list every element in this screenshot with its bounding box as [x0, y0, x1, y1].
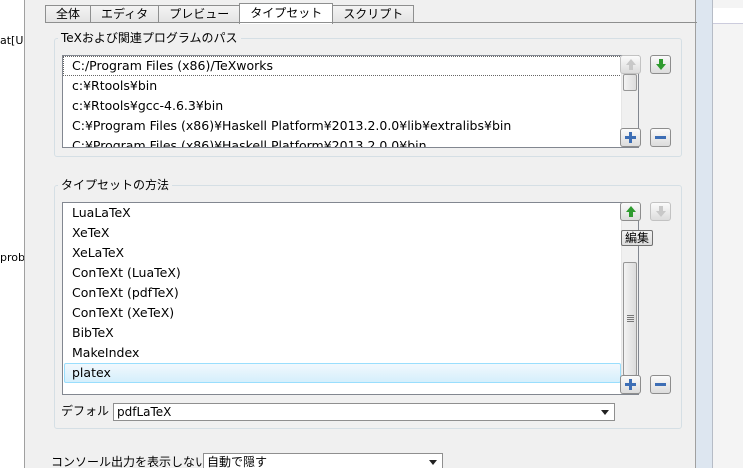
plus-icon — [625, 379, 636, 390]
list-item[interactable]: XeLaTeX — [63, 243, 638, 263]
add-tool-button[interactable] — [620, 375, 641, 394]
remove-path-button[interactable] — [650, 128, 671, 147]
move-tool-up-button[interactable] — [620, 202, 641, 221]
console-output-value: 自動で隠す — [207, 455, 268, 468]
minus-icon — [655, 383, 666, 386]
grip-icon — [627, 315, 634, 322]
tab-scripts[interactable]: スクリプト — [333, 5, 415, 23]
list-item[interactable]: ConTeXt (LuaTeX) — [63, 263, 638, 283]
list-item[interactable]: LuaLaTeX — [63, 203, 638, 223]
move-tool-down-button[interactable] — [650, 202, 671, 221]
tab-preview[interactable]: プレビュー — [158, 5, 240, 23]
add-path-button[interactable] — [620, 128, 641, 147]
list-item[interactable]: c:¥Rtools¥gcc-4.6.3¥bin — [63, 96, 638, 116]
list-item[interactable]: c:¥Rtools¥bin — [63, 76, 638, 96]
list-item[interactable]: C:/Program Files (x86)/TeXworks — [63, 56, 638, 76]
arrow-down-icon — [656, 211, 666, 217]
default-tool-select[interactable]: pdfLaTeX — [113, 403, 615, 421]
list-item[interactable]: ConTeXt (pdfTeX) — [63, 283, 638, 303]
tab-panel-border — [45, 22, 697, 23]
chevron-down-icon — [429, 460, 437, 465]
tab-editor[interactable]: エディタ — [90, 5, 159, 23]
list-item-selected[interactable]: platex — [64, 363, 621, 383]
background-text: proba — [0, 251, 24, 264]
plus-icon — [625, 132, 636, 143]
arrow-down-icon — [656, 64, 666, 70]
tab-general[interactable]: 全体 — [45, 5, 91, 23]
preferences-dialog: 全体 エディタ プレビュー タイプセット スクリプト TeXおよび関連プログラム… — [24, 0, 697, 468]
scroll-thumb[interactable] — [623, 74, 637, 91]
list-item[interactable]: ConTeXt (XeTeX) — [63, 303, 638, 323]
paths-group-title: TeXおよび関連プログラムのパス — [58, 31, 241, 45]
list-item[interactable]: BibTeX — [63, 323, 638, 343]
default-tool-value: pdfLaTeX — [117, 405, 172, 419]
tab-typesetting[interactable]: タイプセット — [239, 3, 334, 24]
move-path-up-button[interactable] — [620, 55, 641, 74]
list-item[interactable]: XeTeX — [63, 223, 638, 243]
scroll-thumb[interactable] — [623, 262, 637, 376]
console-output-label: コンソール出力を表示しない — [51, 455, 208, 468]
edit-tool-button[interactable]: 編集 — [621, 230, 654, 246]
move-path-down-button[interactable] — [650, 55, 671, 74]
background-text: at[U] — [0, 34, 24, 47]
typeset-group-title: タイプセットの方法 — [58, 178, 173, 192]
list-item[interactable]: C:¥Program Files (x86)¥Haskell Platform¥… — [63, 136, 638, 147]
background-window-strip — [712, 0, 743, 468]
screen-right-edge — [696, 0, 743, 468]
console-output-select[interactable]: 自動で隠す — [203, 453, 443, 468]
chevron-down-icon — [601, 410, 609, 415]
remove-tool-button[interactable] — [650, 375, 671, 394]
background-window: at[U] proba — [0, 0, 24, 468]
tab-bar: 全体 エディタ プレビュー タイプセット スクリプト — [45, 3, 415, 24]
minus-icon — [655, 136, 666, 139]
paths-list[interactable]: C:/Program Files (x86)/TeXworks c:¥Rtool… — [62, 55, 639, 148]
typeset-tools-list[interactable]: LuaLaTeX XeTeX XeLaTeX ConTeXt (LuaTeX) … — [62, 202, 639, 395]
list-item[interactable]: MakeIndex — [63, 343, 638, 363]
list-item[interactable]: C:¥Program Files (x86)¥Haskell Platform¥… — [63, 116, 638, 136]
